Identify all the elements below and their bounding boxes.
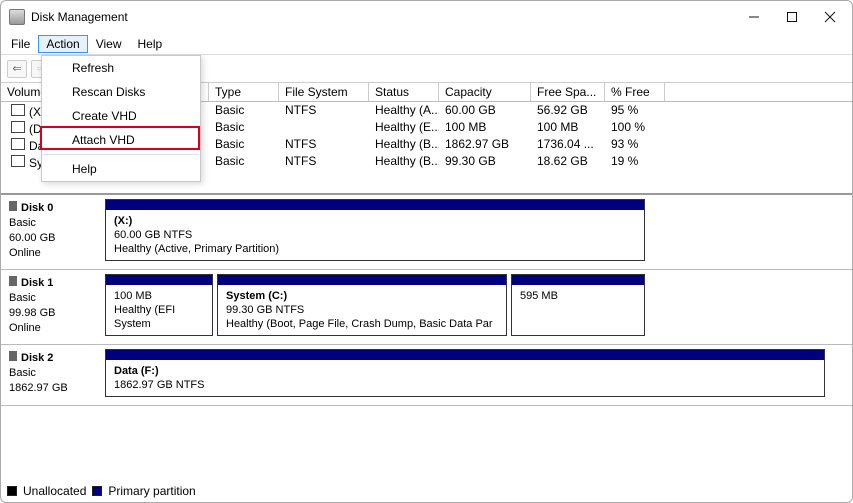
partition[interactable]: 595 MB bbox=[511, 274, 645, 336]
legend-swatch-primary bbox=[92, 486, 102, 496]
disk-graph: Data (F:)1862.97 GB NTFS bbox=[101, 345, 852, 405]
col-filesystem[interactable]: File System bbox=[279, 83, 369, 101]
legend-swatch-unallocated bbox=[7, 486, 17, 496]
menu-item-rescan[interactable]: Rescan Disks bbox=[42, 80, 200, 104]
col-type[interactable]: Type bbox=[209, 83, 279, 101]
menu-bar: File Action View Help bbox=[1, 33, 852, 55]
partition[interactable]: System (C:)99.30 GB NTFSHealthy (Boot, P… bbox=[217, 274, 507, 336]
disk-graph: 100 MBHealthy (EFI SystemSystem (C:)99.3… bbox=[101, 270, 852, 344]
menu-item-help[interactable]: Help bbox=[42, 157, 200, 181]
menu-item-refresh[interactable]: Refresh bbox=[42, 56, 200, 80]
disk-info[interactable]: Disk 1Basic99.98 GBOnline bbox=[1, 270, 101, 344]
legend-primary-label: Primary partition bbox=[108, 484, 195, 498]
disk-row: Disk 1Basic99.98 GBOnline100 MBHealthy (… bbox=[1, 270, 852, 345]
back-button[interactable]: ⇐ bbox=[7, 60, 27, 78]
disk-row: Disk 0Basic60.00 GBOnline(X:)60.00 GB NT… bbox=[1, 195, 852, 270]
partition[interactable]: 100 MBHealthy (EFI System bbox=[105, 274, 213, 336]
disk-graph: (X:)60.00 GB NTFSHealthy (Active, Primar… bbox=[101, 195, 852, 269]
disk-graphical-pane: Disk 0Basic60.00 GBOnline(X:)60.00 GB NT… bbox=[1, 193, 852, 406]
maximize-button[interactable] bbox=[782, 7, 802, 27]
menu-item-attach-vhd[interactable]: Attach VHD bbox=[42, 128, 200, 152]
partition[interactable]: Data (F:)1862.97 GB NTFS bbox=[105, 349, 825, 397]
legend: Unallocated Primary partition bbox=[7, 484, 196, 498]
legend-unallocated-label: Unallocated bbox=[23, 484, 86, 498]
col-status[interactable]: Status bbox=[369, 83, 439, 101]
disk-info[interactable]: Disk 0Basic60.00 GBOnline bbox=[1, 195, 101, 269]
close-button[interactable] bbox=[820, 7, 840, 27]
title-bar: Disk Management bbox=[1, 1, 852, 33]
window-title: Disk Management bbox=[31, 10, 744, 24]
col-free[interactable]: Free Spa... bbox=[531, 83, 605, 101]
menu-item-create-vhd[interactable]: Create VHD bbox=[42, 104, 200, 128]
menu-help[interactable]: Help bbox=[130, 35, 171, 53]
minimize-button[interactable] bbox=[744, 7, 764, 27]
partition[interactable]: (X:)60.00 GB NTFSHealthy (Active, Primar… bbox=[105, 199, 645, 261]
app-icon bbox=[9, 9, 25, 25]
col-capacity[interactable]: Capacity bbox=[439, 83, 531, 101]
action-menu-dropdown: Refresh Rescan Disks Create VHD Attach V… bbox=[41, 55, 201, 182]
disk-info[interactable]: Disk 2Basic1862.97 GB bbox=[1, 345, 101, 405]
disk-row: Disk 2Basic1862.97 GBData (F:)1862.97 GB… bbox=[1, 345, 852, 406]
menu-action[interactable]: Action bbox=[38, 35, 87, 53]
menu-file[interactable]: File bbox=[3, 35, 38, 53]
col-pctfree[interactable]: % Free bbox=[605, 83, 665, 101]
menu-view[interactable]: View bbox=[88, 35, 130, 53]
menu-separator bbox=[43, 154, 199, 155]
